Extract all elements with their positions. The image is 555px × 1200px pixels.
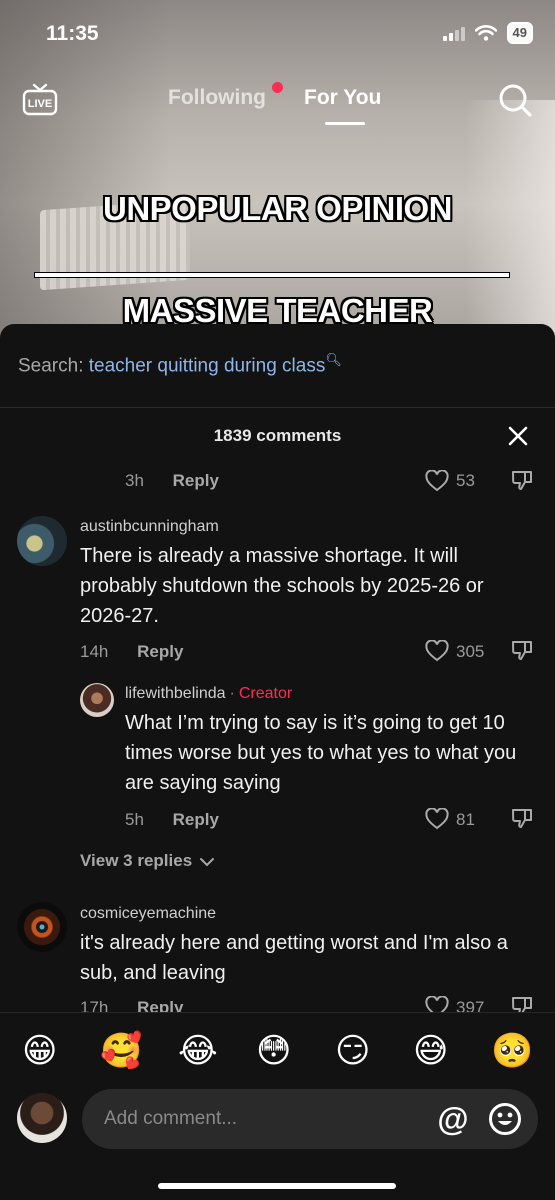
like-count: 53 — [456, 471, 475, 490]
video-scene-shadow — [0, 0, 170, 340]
comment-time: 14h — [80, 642, 109, 661]
like-count: 81 — [456, 810, 475, 829]
reply-button[interactable]: Reply — [137, 642, 183, 661]
comment-composer: 😁 🥰 😂 😳 😏 😅 🥺 @ — [0, 1012, 555, 1200]
related-search[interactable]: Search: teacher quitting during class🔍︎ — [18, 352, 342, 377]
heart-icon[interactable] — [425, 470, 449, 492]
reply-time: 5h — [125, 810, 144, 829]
tab-for-you[interactable]: For You — [304, 86, 381, 110]
emoji-sweat-smile[interactable]: 😅 — [413, 1031, 448, 1071]
chevron-down-icon — [199, 857, 214, 866]
dislike-icon[interactable] — [510, 468, 534, 492]
emoji-pleading[interactable]: 🥺 — [491, 1031, 533, 1071]
video-background[interactable]: 11:35 49 LIVE Following For You UNPOPULA… — [0, 0, 555, 340]
comment-username[interactable]: cosmiceyemachine — [80, 905, 216, 923]
status-time: 11:35 — [46, 22, 99, 45]
reply-button[interactable]: Reply — [173, 471, 219, 490]
quick-emoji-bar: 😁 🥰 😂 😳 😏 😅 🥺 — [0, 1031, 555, 1075]
comment-count: 1839 comments — [213, 426, 342, 445]
comment-time: 3h — [125, 471, 144, 490]
caption-divider — [34, 272, 510, 278]
emoji-grin[interactable]: 😁 — [22, 1031, 57, 1071]
creator-badge: Creator — [238, 685, 293, 702]
live-icon[interactable]: LIVE — [22, 82, 58, 116]
reply-username-row: lifewithbelinda · Creator — [125, 685, 293, 702]
dislike-icon[interactable] — [510, 638, 534, 662]
search-icon[interactable] — [497, 82, 533, 118]
dislike-icon[interactable] — [510, 806, 534, 830]
emoji-smirk[interactable]: 😏 — [335, 1031, 370, 1071]
wifi-icon — [474, 25, 497, 41]
notification-dot — [272, 82, 283, 93]
tab-following[interactable]: Following — [168, 86, 266, 110]
comment-meta: 3h Reply — [125, 471, 219, 491]
add-comment-input[interactable] — [104, 1089, 424, 1149]
emoji-flushed[interactable]: 😳 — [256, 1031, 291, 1071]
sheet-divider — [0, 407, 555, 408]
comment-text: it's already here and getting worst and … — [80, 932, 508, 984]
view-replies-label: View 3 replies — [80, 851, 193, 870]
home-indicator — [158, 1183, 396, 1189]
comment-meta: 14h Reply — [80, 642, 183, 662]
signal-icon — [442, 25, 465, 41]
live-label: LIVE — [28, 98, 52, 110]
battery-indicator: 49 — [506, 22, 533, 44]
heart-icon[interactable] — [425, 808, 449, 830]
comment-box[interactable]: @ — [82, 1089, 538, 1149]
search-label: Search: — [18, 355, 84, 377]
like-count: 305 — [456, 642, 485, 661]
emoji-picker-icon[interactable] — [488, 1102, 522, 1136]
active-tab-indicator — [325, 122, 365, 125]
view-replies-button[interactable]: View 3 replies — [80, 851, 215, 871]
close-icon[interactable] — [506, 424, 530, 448]
emoji-hearts[interactable]: 🥰 — [100, 1031, 142, 1071]
emoji-tears-of-joy[interactable]: 😂 — [178, 1031, 218, 1071]
heart-icon[interactable] — [425, 640, 449, 662]
comment-text: There is already a massive shortage. It … — [80, 545, 484, 627]
status-icons: 49 — [442, 22, 533, 44]
avatar[interactable] — [17, 902, 67, 952]
reply-meta: 5h Reply — [125, 810, 219, 830]
comment-username[interactable]: austinbcunningham — [80, 518, 219, 536]
video-caption-line1: UNPOPULAR OPINION — [102, 190, 453, 227]
reply-text: What I’m trying to say is it’s going to … — [125, 712, 517, 794]
avatar[interactable] — [80, 683, 114, 717]
reply-username[interactable]: lifewithbelinda — [125, 685, 226, 702]
my-avatar — [17, 1093, 67, 1143]
avatar[interactable] — [17, 516, 67, 566]
reply-button[interactable]: Reply — [173, 810, 219, 829]
mention-button[interactable]: @ — [436, 1102, 470, 1136]
magnifier-icon: 🔍︎ — [325, 352, 342, 367]
search-term-link[interactable]: teacher quitting during class — [89, 355, 326, 376]
